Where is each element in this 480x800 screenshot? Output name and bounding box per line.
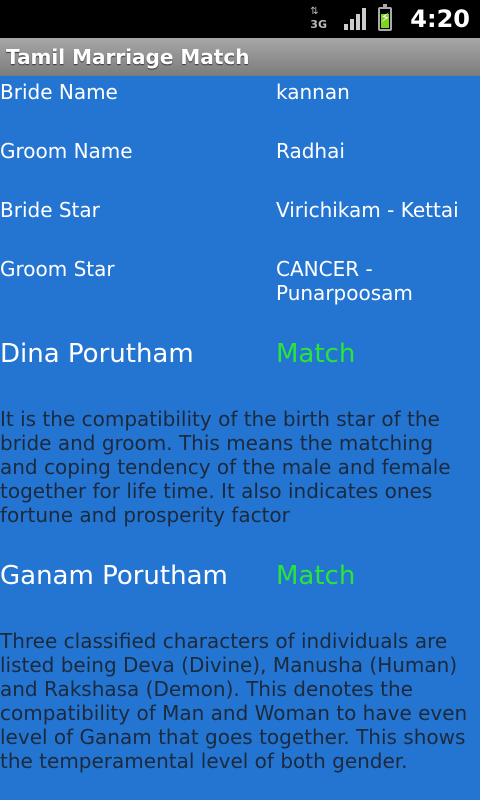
status-bar: ⇅ 3G ⚡ 4:20 [0,0,480,38]
app-title: Tamil Marriage Match [6,45,250,69]
groom-name-label: Groom Name [0,139,133,163]
clock: 4:20 [410,5,470,33]
bride-star-label: Bride Star [0,198,100,222]
porutham-result: Match [276,339,356,369]
app-title-bar: Tamil Marriage Match [0,38,480,76]
porutham-name: Dina Porutham [0,339,194,369]
porutham-result: Match [276,561,356,591]
bride-star-value: Virichikam - Kettai [276,198,459,222]
groom-name-value: Radhai [276,139,345,163]
signal-strength-icon [344,8,367,30]
bride-name-label: Bride Name [0,80,118,104]
network-3g-icon: ⇅ 3G [310,6,327,32]
porutham-description: Three classified characters of individua… [0,629,468,773]
bride-name-value: kannan [276,80,350,104]
battery-charging-icon: ⚡ [378,4,393,31]
porutham-name: Ganam Porutham [0,561,228,591]
groom-star-label: Groom Star [0,257,115,281]
porutham-description: It is the compatibility of the birth sta… [0,407,451,527]
groom-star-value: CANCER - Punarpoosam [276,257,413,305]
